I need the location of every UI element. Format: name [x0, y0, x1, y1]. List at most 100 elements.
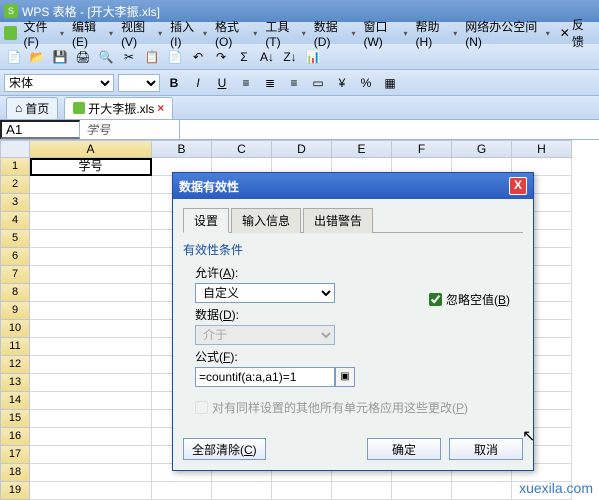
- cell[interactable]: [30, 284, 152, 302]
- tab-input-message[interactable]: 输入信息: [231, 208, 301, 233]
- ok-button[interactable]: 确定: [367, 438, 441, 460]
- col-header-D[interactable]: D: [272, 140, 332, 158]
- menu-edit[interactable]: 编辑(E)▾: [69, 17, 116, 50]
- cell[interactable]: [332, 482, 392, 500]
- tab-home[interactable]: ⌂ 首页: [6, 97, 58, 119]
- sum-icon[interactable]: Σ: [234, 47, 254, 67]
- row-header[interactable]: 3: [0, 194, 30, 212]
- col-header-E[interactable]: E: [332, 140, 392, 158]
- copy-icon[interactable]: 📋: [142, 47, 162, 67]
- row-header[interactable]: 17: [0, 446, 30, 464]
- menu-insert[interactable]: 插入(I)▾: [167, 17, 210, 50]
- select-all-corner[interactable]: [0, 140, 30, 158]
- sort-asc-icon[interactable]: A↓: [257, 47, 277, 67]
- cell[interactable]: [392, 482, 452, 500]
- cell[interactable]: 学号: [30, 158, 152, 176]
- row-header[interactable]: 6: [0, 248, 30, 266]
- clear-all-button[interactable]: 全部清除(C): [183, 438, 266, 460]
- row-header[interactable]: 10: [0, 320, 30, 338]
- paste-icon[interactable]: 📄: [165, 47, 185, 67]
- align-left-icon[interactable]: ≡: [236, 73, 256, 93]
- row-header[interactable]: 11: [0, 338, 30, 356]
- cell[interactable]: [30, 302, 152, 320]
- undo-icon[interactable]: ↶: [188, 47, 208, 67]
- cell[interactable]: [30, 428, 152, 446]
- borders-icon[interactable]: ▦: [380, 73, 400, 93]
- cell[interactable]: [30, 446, 152, 464]
- menu-window[interactable]: 窗口(W)▾: [360, 17, 410, 50]
- cell[interactable]: [30, 212, 152, 230]
- cell[interactable]: [30, 320, 152, 338]
- sort-desc-icon[interactable]: Z↓: [280, 47, 300, 67]
- cell[interactable]: [272, 482, 332, 500]
- bold-icon[interactable]: B: [164, 73, 184, 93]
- col-header-H[interactable]: H: [512, 140, 572, 158]
- tab-settings[interactable]: 设置: [183, 208, 229, 233]
- font-size-select[interactable]: [118, 74, 160, 92]
- print-icon[interactable]: 🖨: [73, 47, 93, 67]
- dialog-titlebar[interactable]: 数据有效性 X: [173, 173, 533, 199]
- ignore-blank-checkbox[interactable]: [429, 293, 442, 306]
- range-picker-icon[interactable]: ▣: [335, 367, 355, 387]
- italic-icon[interactable]: I: [188, 73, 208, 93]
- row-header[interactable]: 5: [0, 230, 30, 248]
- cell[interactable]: [30, 464, 152, 482]
- align-center-icon[interactable]: ≣: [260, 73, 280, 93]
- row-header[interactable]: 15: [0, 410, 30, 428]
- row-header[interactable]: 14: [0, 392, 30, 410]
- align-right-icon[interactable]: ≡: [284, 73, 304, 93]
- row-header[interactable]: 19: [0, 482, 30, 500]
- row-header[interactable]: 7: [0, 266, 30, 284]
- cell[interactable]: [452, 482, 512, 500]
- menu-network[interactable]: 网络办公空间(N)▾: [462, 17, 553, 50]
- redo-icon[interactable]: ↷: [211, 47, 231, 67]
- underline-icon[interactable]: U: [212, 73, 232, 93]
- cell[interactable]: [30, 356, 152, 374]
- currency-icon[interactable]: ¥: [332, 73, 352, 93]
- tab-error-alert[interactable]: 出错警告: [303, 208, 373, 233]
- row-header[interactable]: 2: [0, 176, 30, 194]
- chart-icon[interactable]: 📊: [303, 47, 323, 67]
- cell[interactable]: [152, 482, 212, 500]
- col-header-F[interactable]: F: [392, 140, 452, 158]
- row-header[interactable]: 13: [0, 374, 30, 392]
- tab-file[interactable]: 开大李振.xls ×: [64, 97, 173, 119]
- formula-input[interactable]: 学号: [80, 120, 180, 139]
- preview-icon[interactable]: 🔍: [96, 47, 116, 67]
- merge-icon[interactable]: ▭: [308, 73, 328, 93]
- col-header-A[interactable]: A: [30, 140, 152, 158]
- col-header-B[interactable]: B: [152, 140, 212, 158]
- col-header-G[interactable]: G: [452, 140, 512, 158]
- cell[interactable]: [30, 410, 152, 428]
- dialog-close-icon[interactable]: X: [509, 177, 527, 195]
- row-header[interactable]: 8: [0, 284, 30, 302]
- cell[interactable]: [30, 194, 152, 212]
- menu-view[interactable]: 视图(V)▾: [118, 17, 165, 50]
- menu-help[interactable]: 帮助(H)▾: [413, 17, 461, 50]
- name-box[interactable]: [0, 120, 80, 139]
- row-header[interactable]: 12: [0, 356, 30, 374]
- font-name-select[interactable]: 宋体: [4, 74, 114, 92]
- row-header[interactable]: 16: [0, 428, 30, 446]
- row-header[interactable]: 9: [0, 302, 30, 320]
- percent-icon[interactable]: %: [356, 73, 376, 93]
- col-header-C[interactable]: C: [212, 140, 272, 158]
- cell[interactable]: [30, 374, 152, 392]
- formula-field[interactable]: [195, 367, 335, 387]
- row-header[interactable]: 4: [0, 212, 30, 230]
- cell[interactable]: [30, 338, 152, 356]
- menu-file[interactable]: 文件(F)▾: [21, 17, 67, 50]
- cell[interactable]: [30, 248, 152, 266]
- menu-format[interactable]: 格式(O)▾: [212, 17, 260, 50]
- save-icon[interactable]: 💾: [50, 47, 70, 67]
- cell[interactable]: [30, 230, 152, 248]
- row-header[interactable]: 18: [0, 464, 30, 482]
- cut-icon[interactable]: ✂: [119, 47, 139, 67]
- new-icon[interactable]: 📄: [4, 47, 24, 67]
- cell[interactable]: [30, 392, 152, 410]
- cell[interactable]: [30, 176, 152, 194]
- menu-data[interactable]: 数据(D)▾: [311, 17, 359, 50]
- menu-tools[interactable]: 工具(T)▾: [262, 17, 308, 50]
- cell[interactable]: [30, 482, 152, 500]
- cancel-button[interactable]: 取消: [449, 438, 523, 460]
